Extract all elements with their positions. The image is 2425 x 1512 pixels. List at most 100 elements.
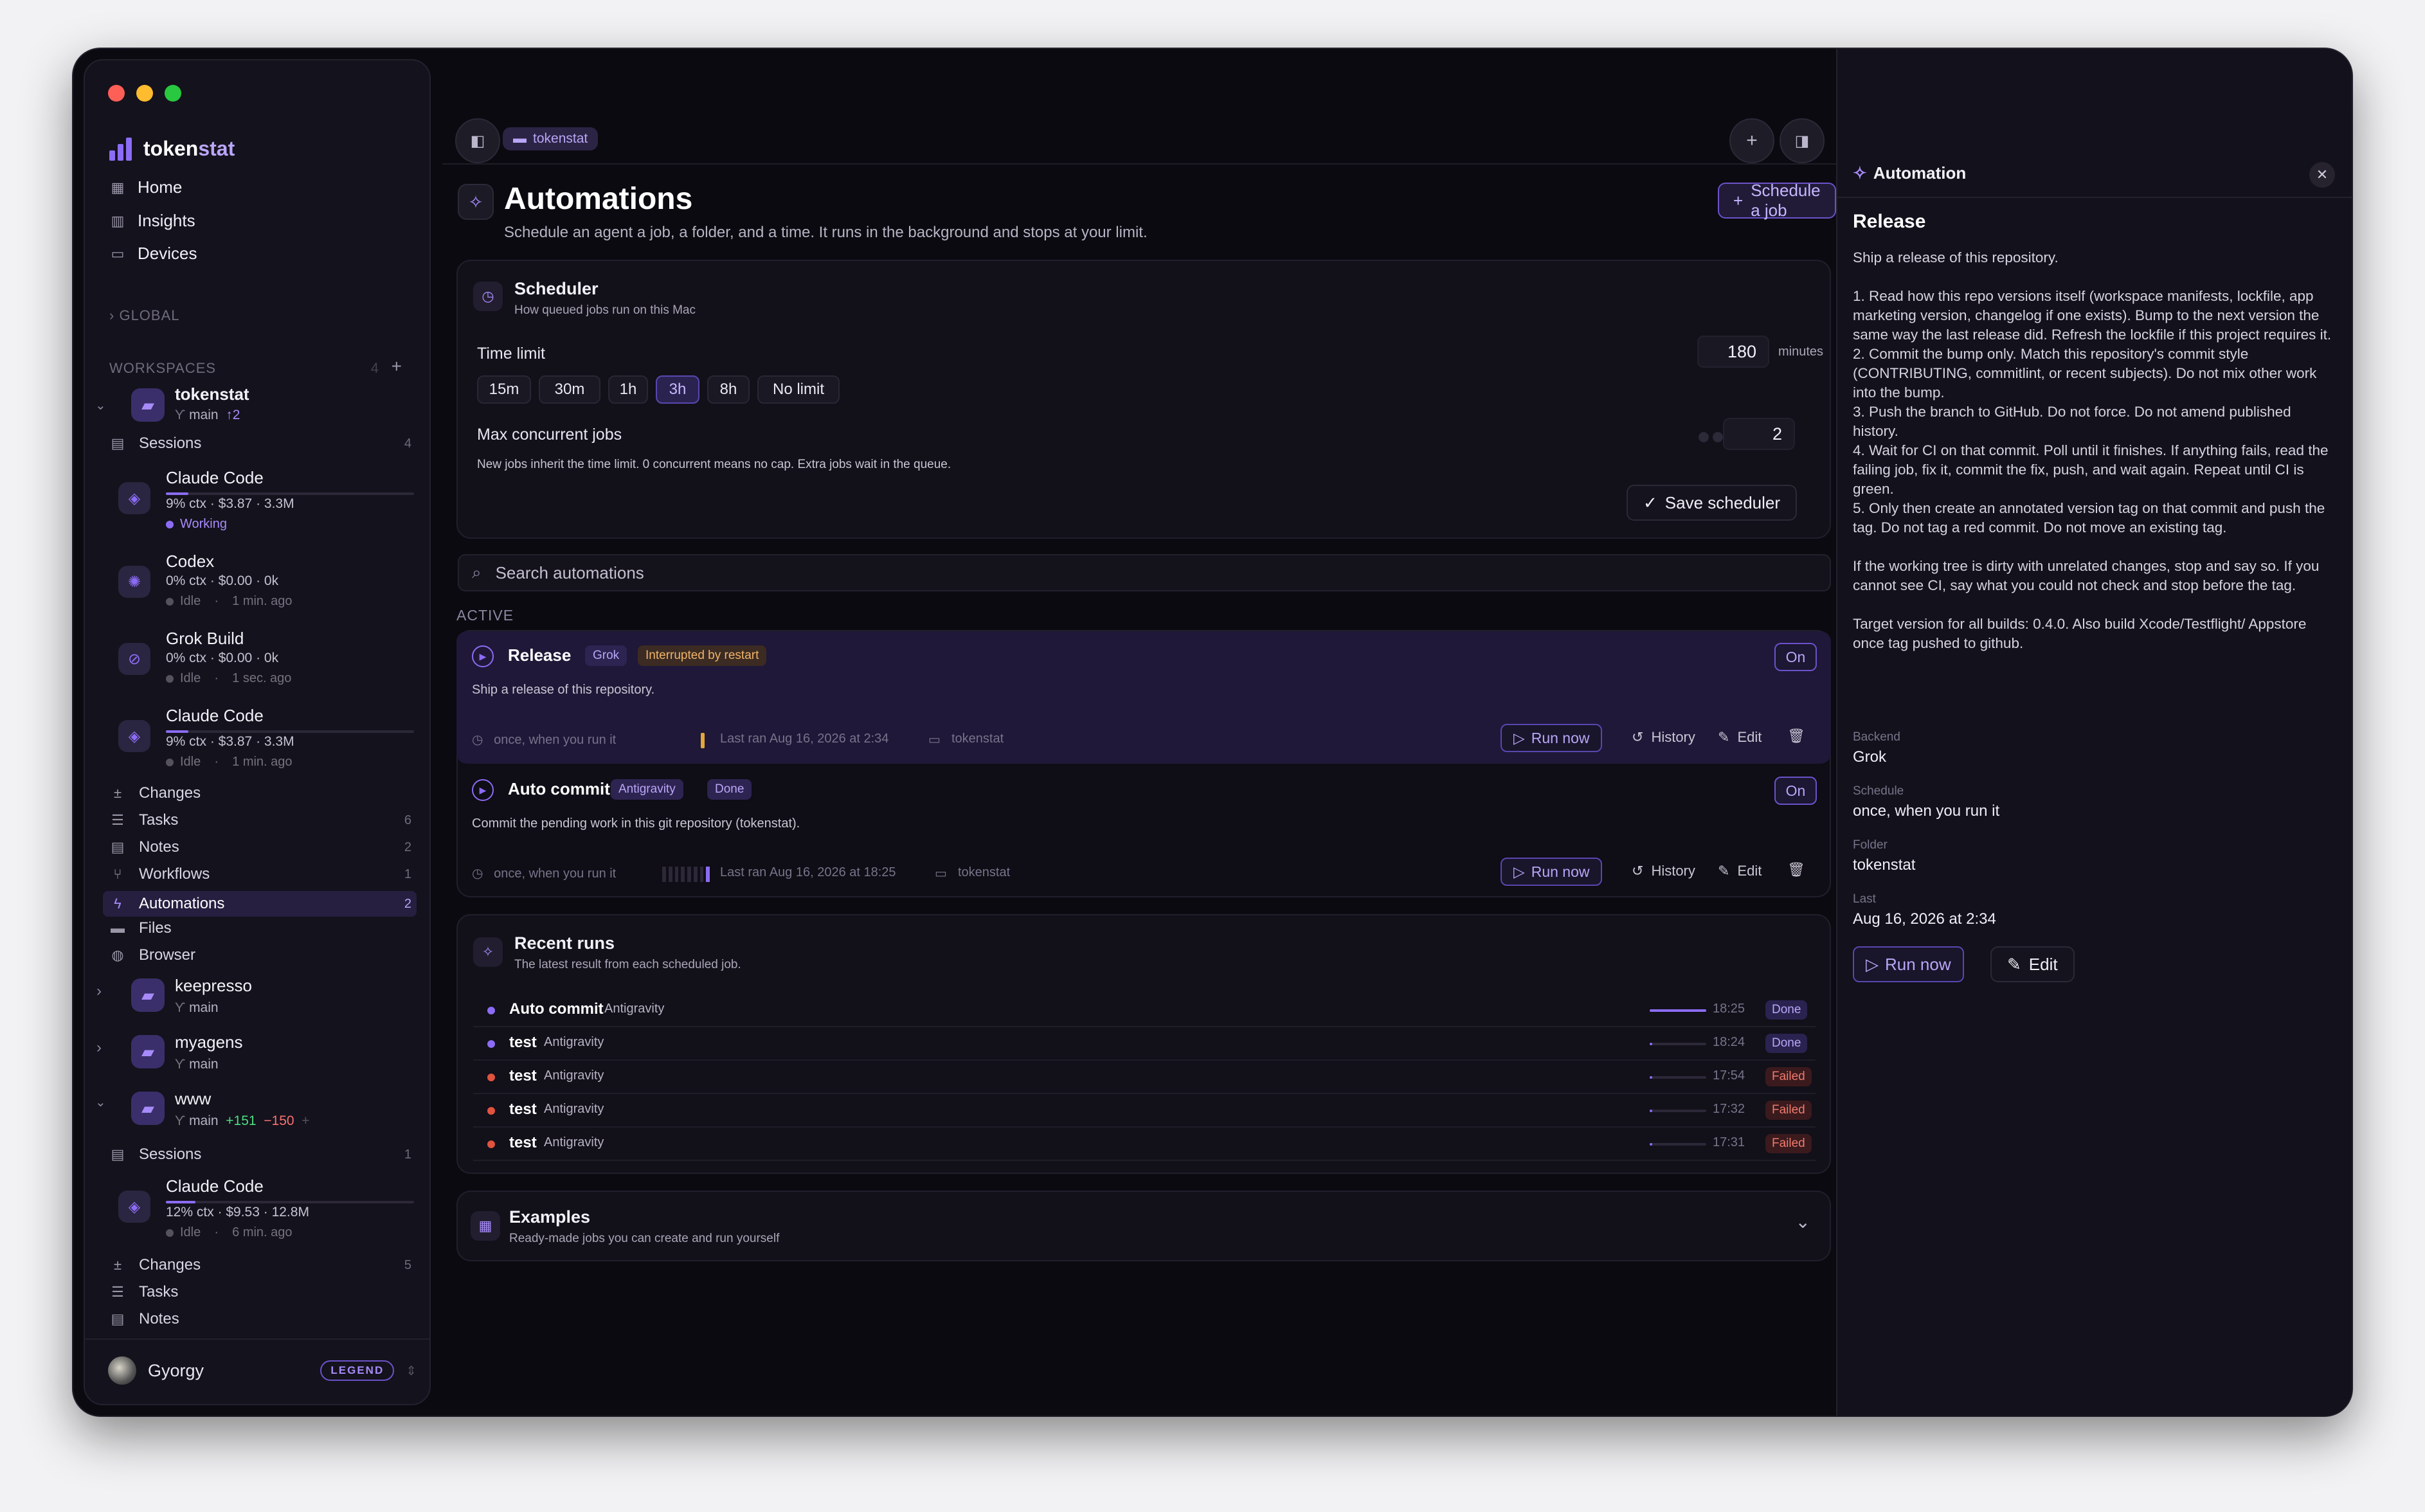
app-brand[interactable]: tokenstat — [109, 136, 235, 161]
button-label: Save scheduler — [1664, 492, 1781, 512]
run-time: 17:54 — [1713, 1068, 1745, 1083]
folder-value: tokenstat — [1853, 856, 1916, 874]
agent-name: Claude Code — [166, 1176, 264, 1196]
run-row[interactable]: test Antigravity 17:31 Failed — [473, 1128, 1816, 1161]
time-option-8h[interactable]: 8h — [707, 375, 750, 404]
close-panel-button[interactable]: ✕ — [2309, 162, 2335, 188]
run-row[interactable]: test Antigravity 17:32 Failed — [473, 1094, 1816, 1128]
enable-toggle[interactable]: On — [1774, 777, 1817, 805]
job-footer: ◷ once, when you run it Last ran Aug 16,… — [472, 732, 1822, 748]
time-option-30m[interactable]: 30m — [539, 375, 600, 404]
save-scheduler-button[interactable]: ✓ Save scheduler — [1627, 485, 1798, 521]
play-icon[interactable]: ▶ — [472, 645, 494, 667]
job-row-auto-commit[interactable]: ▶ Auto commit Antigravity Done On Commit… — [456, 765, 1831, 897]
edit-button[interactable]: ✎ Edit — [1990, 946, 2075, 982]
time-limit-input[interactable]: 180 — [1697, 336, 1769, 368]
job-row-release[interactable]: ▶ Release Grok Interrupted by restart On… — [456, 631, 1831, 764]
run-row[interactable]: Auto commit Antigravity 18:25 Done — [473, 994, 1816, 1027]
history-button[interactable]: ↺ History — [1632, 729, 1695, 746]
folder-icon: ▬ — [111, 920, 125, 936]
search-automations[interactable]: ⌕ Search automations — [458, 554, 1831, 591]
time-option-1h[interactable]: 1h — [608, 375, 648, 404]
run-row[interactable]: test Antigravity 17:54 Failed — [473, 1061, 1816, 1094]
chevron-down-icon[interactable]: ⌄ — [1796, 1211, 1810, 1232]
add-workspace-icon[interactable]: + — [392, 356, 402, 377]
run-row[interactable]: test Antigravity 18:24 Done — [473, 1027, 1816, 1061]
run-now-button[interactable]: ▷ Run now — [1853, 946, 1964, 982]
enable-toggle[interactable]: On — [1774, 643, 1817, 671]
agent-session[interactable]: ◈ Claude Code 12% ctx · $9.53 · 12.8M Id… — [108, 1176, 414, 1247]
app-window: tokenstat ▦ Home ▥ Insights ▭ Devices › GLO… — [73, 49, 2352, 1416]
job-last-ran: Last ran Aug 16, 2026 at 2:34 — [720, 732, 889, 746]
user-menu[interactable]: Gyorgy LEGEND ⇕ — [108, 1356, 417, 1385]
openai-agent-icon: ✺ — [118, 566, 150, 598]
play-icon[interactable]: ▶ — [472, 779, 494, 801]
sidebar-item-notes[interactable]: ▤ Notes — [109, 1310, 411, 1328]
sidebar-item-workflows[interactable]: ⑂ Workflows 1 — [109, 865, 411, 883]
time-limit-label: Time limit — [477, 345, 546, 363]
zoom-window-button[interactable] — [165, 85, 181, 102]
sidebar-item-changes[interactable]: ± Changes — [109, 784, 411, 802]
edit-button[interactable]: ✎ Edit — [1718, 863, 1762, 879]
global-section[interactable]: › GLOBAL — [109, 307, 180, 324]
minimize-window-button[interactable] — [136, 85, 153, 102]
workspace-name: tokenstat — [175, 384, 249, 404]
chevron-down-icon: ⌄ — [95, 399, 106, 413]
breadcrumb[interactable]: ▬ tokenstat — [503, 127, 599, 150]
status-badge: Done — [707, 779, 752, 800]
nav-home[interactable]: ▦ Home — [109, 177, 183, 197]
agent-name: Codex — [166, 552, 215, 571]
run-now-button[interactable]: ▷ Run now — [1501, 724, 1603, 752]
agent-session[interactable]: ◈ Claude Code 9% ctx · $3.87 · 3.3M Work… — [108, 468, 414, 539]
time-option-15m[interactable]: 15m — [477, 375, 531, 404]
run-status-badge: Failed — [1765, 1101, 1812, 1120]
sidebar-item-automations[interactable]: ϟ Automations 2 — [103, 891, 417, 917]
history-button[interactable]: ↺ History — [1632, 863, 1695, 879]
toggle-inspector-button[interactable]: ◨ — [1780, 118, 1825, 163]
job-description: Commit the pending work in this git repo… — [472, 816, 800, 831]
workspace-branch: Ƴ main — [175, 1057, 219, 1072]
global-label: GLOBAL — [119, 307, 180, 323]
add-button[interactable]: + — [1729, 118, 1774, 163]
agent-session[interactable]: ⊘ Grok Build 0% ctx · $0.00 · 0k Idle · … — [108, 629, 410, 699]
delete-button[interactable]: 🗑 — [1787, 728, 1805, 744]
run-agent: Antigravity — [544, 1035, 604, 1049]
card-subtitle: Ready-made jobs you can create and run y… — [509, 1232, 780, 1245]
breadcrumb-label: tokenstat — [533, 131, 588, 146]
concurrent-input[interactable]: 2 — [1723, 418, 1795, 450]
sidebar-item-files[interactable]: ▬ Files — [109, 919, 411, 937]
nav-insights[interactable]: ▥ Insights — [109, 211, 195, 231]
time-option-3h[interactable]: 3h — [656, 375, 699, 404]
nav-devices[interactable]: ▭ Devices — [109, 244, 197, 264]
toggle-sidebar-button[interactable]: ◧ — [455, 118, 500, 163]
edit-button[interactable]: ✎ Edit — [1718, 729, 1762, 746]
agent-session[interactable]: ✺ Codex 0% ctx · $0.00 · 0k Idle · 1 min… — [108, 552, 410, 622]
sidebar-item-browser[interactable]: ◍ Browser — [109, 946, 411, 964]
run-now-button[interactable]: ▷ Run now — [1501, 858, 1603, 886]
clock-icon: ◷ — [472, 733, 483, 747]
button-label: Run now — [1885, 954, 1951, 974]
sidebar-item-changes[interactable]: ± Changes 5 — [109, 1256, 411, 1274]
agent-session[interactable]: ◈ Claude Code 9% ctx · $3.87 · 3.3M Idle… — [108, 706, 414, 777]
run-time: 17:32 — [1713, 1102, 1745, 1116]
run-agent: Antigravity — [544, 1068, 604, 1083]
sidebar-item-notes[interactable]: ▤ Notes 2 — [109, 838, 411, 856]
plus-icon: + — [1733, 190, 1744, 210]
run-time: 18:25 — [1713, 1002, 1745, 1016]
agent-status: Working — [166, 517, 227, 532]
sidebar-item-tasks[interactable]: ☰ Tasks — [109, 1283, 411, 1301]
close-window-button[interactable] — [108, 85, 125, 102]
sidebar-item-tasks[interactable]: ☰ Tasks 6 — [109, 811, 411, 829]
status-dot — [487, 1040, 495, 1048]
delete-button[interactable]: 🗑 — [1787, 861, 1805, 878]
time-option-no-limit[interactable]: No limit — [757, 375, 840, 404]
sessions-header[interactable]: ▤ Sessions 1 — [109, 1146, 411, 1164]
agent-meta: 0% ctx · $0.00 · 0k — [166, 651, 279, 665]
run-progress — [1650, 1110, 1706, 1112]
automation-inspector: ✧ Automation ✕ Release Ship a release of … — [1836, 49, 2352, 1416]
card-title: Examples — [509, 1207, 591, 1227]
agent-meta: 9% ctx · $3.87 · 3.3M — [166, 496, 294, 511]
examples-card[interactable]: ▦ Examples Ready-made jobs you can creat… — [456, 1191, 1831, 1261]
schedule-job-button[interactable]: + Schedule a job — [1718, 181, 1836, 220]
sessions-header[interactable]: ▤ Sessions 4 — [109, 435, 411, 453]
